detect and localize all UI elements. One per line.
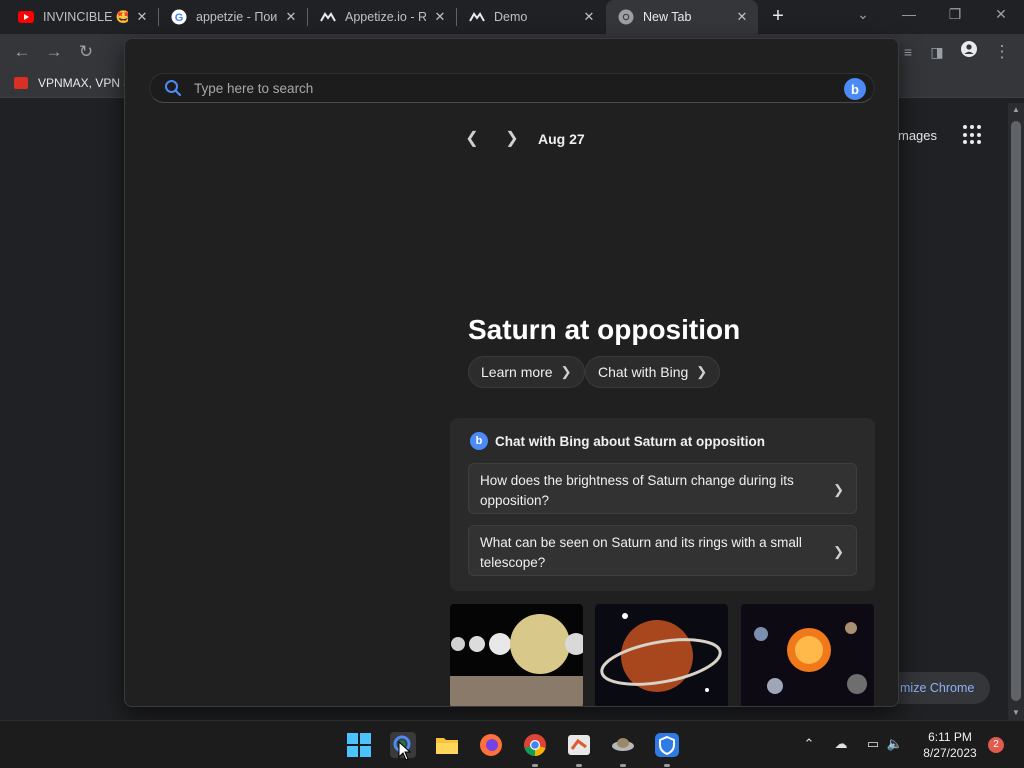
tab-title: New Tab <box>643 10 692 24</box>
chat-with-bing-label: Chat with Bing <box>598 364 689 380</box>
media-control-icon[interactable]: ≡ <box>897 41 919 63</box>
chevron-up-icon[interactable]: ⌃ <box>800 735 818 753</box>
tab-invincible[interactable]: INVINCIBLE 🤩 ✕ <box>0 0 158 34</box>
vpn-shield-icon[interactable] <box>654 732 680 758</box>
youtube-icon <box>18 9 34 25</box>
reload-icon[interactable]: ↻ <box>75 41 97 63</box>
mouse-cursor-icon <box>398 740 412 761</box>
app-icon[interactable] <box>566 732 592 758</box>
running-indicator <box>532 764 538 767</box>
tab-title: Demo <box>494 10 528 24</box>
tab-title: Appetize.io - Ru <box>345 10 426 24</box>
question-text: What can be seen on Saturn and its rings… <box>480 535 802 570</box>
window-close-icon[interactable]: ✕ <box>991 4 1011 24</box>
running-indicator <box>576 764 582 767</box>
svg-text:G: G <box>175 12 184 24</box>
chevron-right-icon: ❯ <box>696 364 708 379</box>
windows-start-icon[interactable] <box>346 732 372 758</box>
question-item[interactable]: What can be seen on Saturn and its rings… <box>468 525 857 576</box>
profile-icon[interactable] <box>958 41 980 63</box>
chevron-right-icon: ❯ <box>833 544 844 559</box>
ringed-planet-image[interactable] <box>595 604 728 706</box>
chevron-down-icon[interactable]: ⌄ <box>853 4 873 24</box>
firefox-icon[interactable] <box>478 732 504 758</box>
chat-card: b Chat with Bing about Saturn at opposit… <box>450 418 875 591</box>
search-flyout: b ❮ ❯ Aug 27 Saturn at opposition Learn … <box>124 38 899 707</box>
chat-with-bing-button[interactable]: Chat with Bing ❯ <box>585 356 721 388</box>
network-icon[interactable]: ▭ <box>864 735 882 753</box>
question-text: How does the brightness of Saturn change… <box>480 473 794 508</box>
apps-grid-icon[interactable] <box>963 125 983 145</box>
learn-more-label: Learn more <box>481 364 553 380</box>
clock-date: 8/27/2023 <box>923 746 977 760</box>
bookmark-vpnmax[interactable]: VPNMAX, VPN & <box>14 76 131 90</box>
new-tab-button[interactable]: + <box>766 5 790 29</box>
tab-demo[interactable]: Demo ✕ <box>457 0 605 34</box>
chat-card-header: b Chat with Bing about Saturn at opposit… <box>470 432 765 450</box>
back-icon[interactable]: ← <box>11 41 33 63</box>
file-explorer-icon[interactable] <box>434 732 460 758</box>
scroll-down-icon[interactable]: ▼ <box>1008 706 1024 720</box>
scroll-thumb[interactable] <box>1011 121 1021 701</box>
chrome-icon[interactable] <box>522 732 548 758</box>
restore-icon[interactable]: ❐ <box>945 4 965 24</box>
running-indicator <box>620 764 626 767</box>
bookmark-label: VPNMAX, VPN & <box>38 76 132 90</box>
date-navigator: ❮ ❯ Aug 27 <box>460 127 585 151</box>
notification-badge[interactable]: 2 <box>988 737 1004 753</box>
learn-more-button[interactable]: Learn more ❯ <box>468 356 585 388</box>
chevron-right-icon[interactable]: ❯ <box>500 127 524 151</box>
tab-new-tab[interactable]: New Tab ✕ <box>606 0 758 34</box>
forward-icon[interactable]: → <box>43 41 65 63</box>
page-scrollbar[interactable]: ▲ ▼ <box>1008 103 1024 720</box>
solar-system-image[interactable] <box>741 604 874 706</box>
taskbar: ⌃ ☁ ▭ 🔈 6:11 PM 8/27/2023 2 <box>0 720 1024 768</box>
chrome-icon <box>618 9 634 25</box>
vpnmax-icon <box>14 77 28 89</box>
appetize-icon <box>320 9 336 25</box>
close-icon[interactable]: ✕ <box>734 9 750 25</box>
scroll-up-icon[interactable]: ▲ <box>1008 103 1024 117</box>
chat-card-title: Chat with Bing about Saturn at oppositio… <box>495 433 765 449</box>
close-icon[interactable]: ✕ <box>283 9 299 25</box>
clock-time: 6:11 PM <box>928 730 972 744</box>
tab-strip: INVINCIBLE 🤩 ✕ G appetzie - Поис ✕ Appet… <box>0 0 1024 34</box>
hero-title: Saturn at opposition <box>468 314 741 345</box>
tab-appetzie[interactable]: G appetzie - Поис ✕ <box>159 0 307 34</box>
running-indicator <box>664 764 670 767</box>
minimize-icon[interactable]: — <box>899 4 919 24</box>
planets-image[interactable] <box>450 604 583 706</box>
chevron-right-icon: ❯ <box>833 482 844 497</box>
appetize-icon <box>469 9 485 25</box>
tab-title: INVINCIBLE 🤩 <box>43 9 128 24</box>
close-icon[interactable]: ✕ <box>581 9 597 25</box>
tab-appetize[interactable]: Appetize.io - Ru ✕ <box>308 0 456 34</box>
game-app-icon[interactable] <box>610 732 636 758</box>
menu-kebab-icon[interactable]: ⋮ <box>991 41 1013 63</box>
system-clock[interactable]: 6:11 PM 8/27/2023 <box>915 729 985 761</box>
volume-icon[interactable]: 🔈 <box>886 735 904 753</box>
bing-icon[interactable]: b <box>844 78 866 100</box>
search-box[interactable]: b <box>149 73 875 103</box>
tab-title: appetzie - Поис <box>196 10 277 24</box>
onedrive-offline-icon[interactable]: ☁ <box>832 735 850 753</box>
chevron-right-icon: ❯ <box>560 364 572 379</box>
question-item[interactable]: How does the brightness of Saturn change… <box>468 463 857 514</box>
side-panel-icon[interactable]: ◨ <box>926 41 948 63</box>
date-label: Aug 27 <box>538 131 585 147</box>
chevron-left-icon[interactable]: ❮ <box>460 127 484 151</box>
google-icon: G <box>171 9 187 25</box>
close-icon[interactable]: ✕ <box>134 9 150 25</box>
images-link[interactable]: mages <box>898 128 937 143</box>
search-icon <box>165 80 182 97</box>
search-input[interactable] <box>194 80 794 96</box>
bing-icon: b <box>470 432 488 450</box>
close-icon[interactable]: ✕ <box>432 9 448 25</box>
